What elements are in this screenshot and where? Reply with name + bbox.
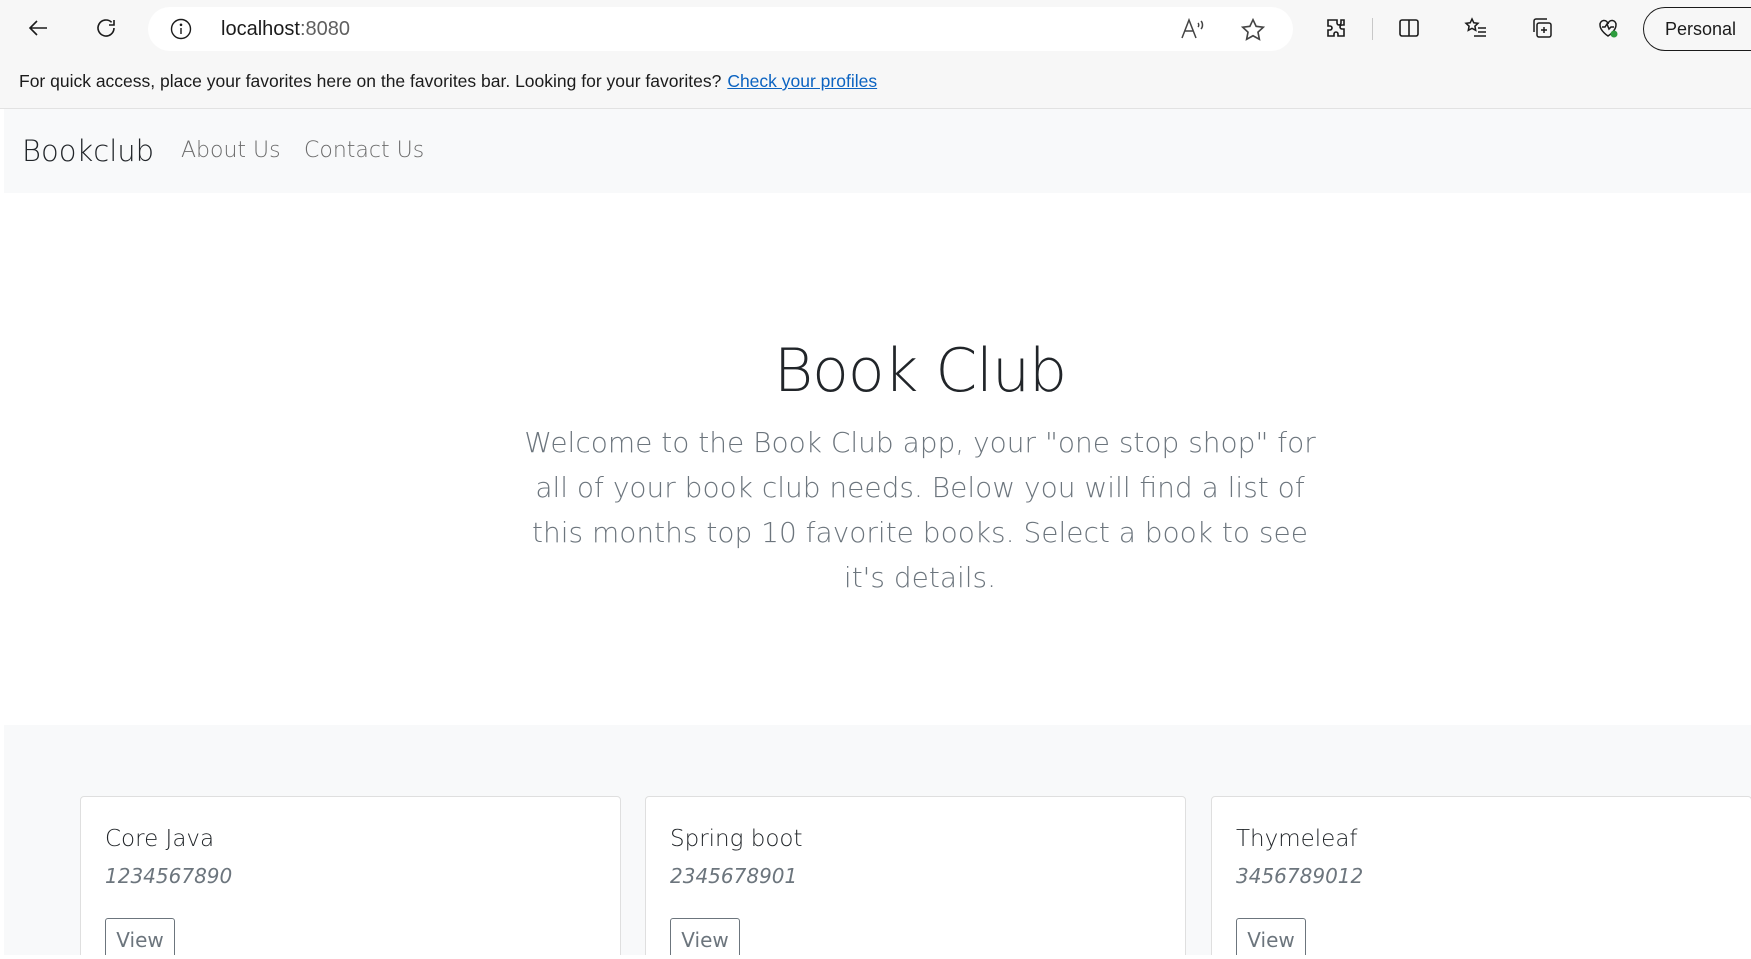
view-book-button[interactable]: View — [105, 918, 175, 955]
favorites-bar-text: For quick access, place your favorites h… — [19, 71, 722, 91]
hero-section: Book Club Welcome to the Book Club app, … — [4, 193, 1751, 725]
refresh-icon[interactable] — [86, 8, 126, 48]
book-list: Core Java 1234567890 View Spring boot 23… — [4, 725, 1751, 955]
read-aloud-icon[interactable] — [1180, 17, 1206, 41]
check-profiles-link[interactable]: Check your profiles — [727, 71, 877, 91]
address-bar[interactable]: localhost:8080 — [148, 7, 1293, 51]
favorites-bar: For quick access, place your favorites h… — [0, 55, 1751, 109]
extensions-icon[interactable] — [1316, 8, 1356, 48]
nav-link-contact-us[interactable]: Contact Us — [304, 138, 424, 163]
hero-title: Book Club — [773, 336, 1067, 406]
nav-link-about-us[interactable]: About Us — [181, 138, 281, 163]
toolbar-divider — [1372, 18, 1373, 40]
book-card: Core Java 1234567890 View — [80, 796, 621, 955]
book-card: Spring boot 2345678901 View — [645, 796, 1186, 955]
back-arrow-icon[interactable] — [19, 8, 59, 48]
browser-essentials-icon[interactable] — [1588, 8, 1628, 48]
book-title: Core Java — [105, 826, 215, 852]
book-title: Thymeleaf — [1236, 826, 1358, 852]
favorites-bar-message: For quick access, place your favorites h… — [19, 71, 877, 92]
navbar-brand[interactable]: Bookclub — [22, 134, 154, 168]
book-isbn: 3456789012 — [1236, 864, 1364, 888]
book-isbn: 2345678901 — [670, 864, 798, 888]
hero-lead: Welcome to the Book Club app, your "one … — [524, 426, 1316, 594]
favorites-list-icon[interactable] — [1456, 8, 1496, 48]
info-icon[interactable] — [170, 18, 192, 40]
favorite-star-icon[interactable] — [1240, 17, 1266, 43]
book-isbn: 1234567890 — [105, 864, 233, 888]
book-card: Thymeleaf 3456789012 View — [1211, 796, 1751, 955]
split-screen-icon[interactable] — [1389, 8, 1429, 48]
collections-icon[interactable] — [1522, 8, 1562, 48]
view-book-button[interactable]: View — [670, 918, 740, 955]
view-book-button[interactable]: View — [1236, 918, 1306, 955]
url-text[interactable]: localhost:8080 — [221, 18, 350, 41]
web-page: Bookclub About Us Contact Us Book Club W… — [4, 109, 1751, 955]
site-navbar: Bookclub About Us Contact Us — [4, 109, 1751, 193]
book-title: Spring boot — [670, 826, 803, 852]
browser-toolbar: localhost:8080 Personal — [0, 0, 1751, 55]
profile-button[interactable]: Personal — [1643, 7, 1751, 51]
